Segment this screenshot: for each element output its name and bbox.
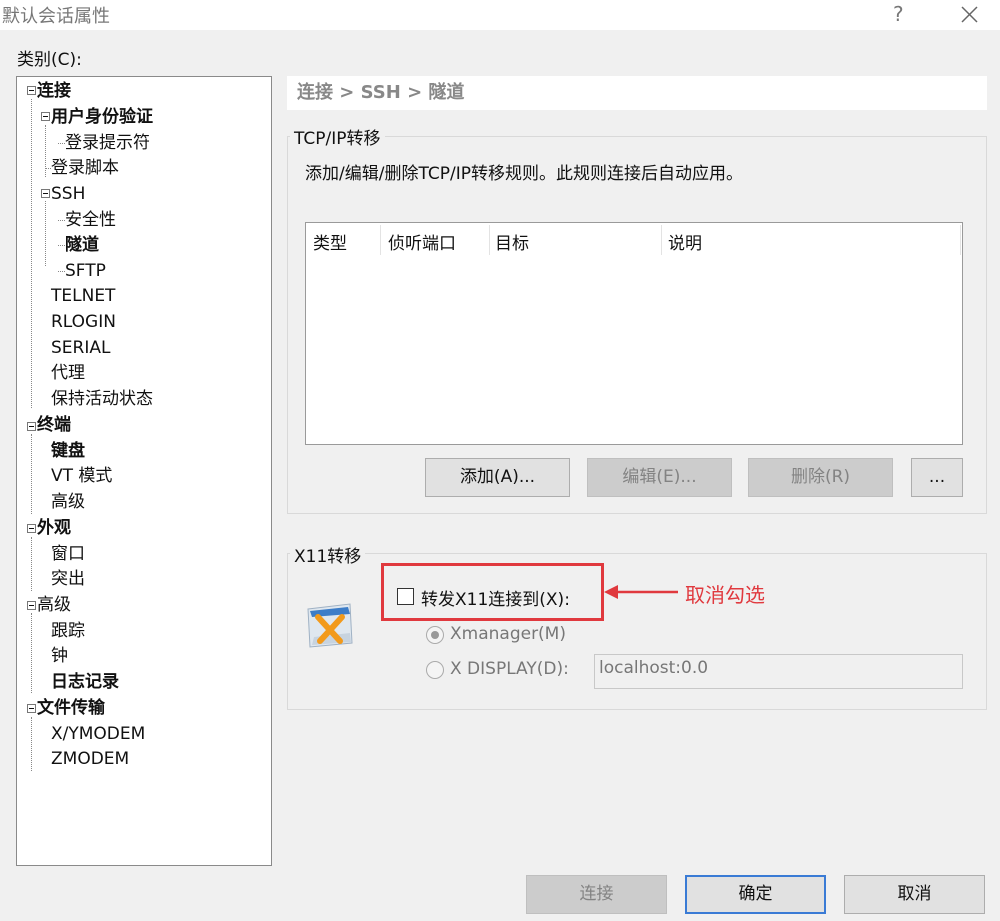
close-button[interactable] xyxy=(956,0,984,30)
annotation-text: 取消勾选 xyxy=(685,583,765,607)
annotation-arrow xyxy=(604,582,680,602)
tree-item-keyboard[interactable]: 键盘 xyxy=(51,440,85,462)
x11-group-title: X11转移 xyxy=(290,542,366,567)
tree-item-window[interactable]: 窗口 xyxy=(51,543,85,565)
tree-line xyxy=(31,434,32,514)
tree-item-keep-alive[interactable]: 保持活动状态 xyxy=(51,388,153,410)
expander-icon[interactable] xyxy=(27,524,36,533)
tree-item-trace[interactable]: 跟踪 xyxy=(51,620,85,642)
tcpip-description: 添加/编辑/删除TCP/IP转移规则。此规则连接后自动应用。 xyxy=(305,164,743,184)
arrow-left-icon xyxy=(604,585,678,599)
tree-line xyxy=(31,537,32,591)
tree-item-terminal[interactable]: 终端 xyxy=(37,414,71,436)
tree-item-rlogin[interactable]: RLOGIN xyxy=(51,311,116,333)
tree-line xyxy=(31,99,32,408)
category-label: 类别(C): xyxy=(17,50,82,70)
tree-item-serial[interactable]: SERIAL xyxy=(51,337,110,359)
tree-item-tunneling[interactable]: 隧道 xyxy=(65,234,99,256)
xdisplay-radio[interactable] xyxy=(426,661,444,679)
tree-item-telnet[interactable]: TELNET xyxy=(51,285,115,307)
tree-item-file-transfer[interactable]: 文件传输 xyxy=(37,697,105,719)
tree-item-terminal-advanced[interactable]: 高级 xyxy=(51,491,85,513)
tree-item-sftp[interactable]: SFTP xyxy=(65,260,106,282)
xmanager-radio-label[interactable]: Xmanager(M) xyxy=(450,624,566,644)
xmanager-radio[interactable] xyxy=(426,626,444,644)
xmanager-icon xyxy=(307,603,353,648)
tcpip-group-title: TCP/IP转移 xyxy=(290,124,385,149)
tree-line xyxy=(58,143,65,144)
tree-item-xymodem[interactable]: X/YMODEM xyxy=(51,723,145,745)
tree-item-vt-modes[interactable]: VT 模式 xyxy=(51,465,112,487)
tree-item-zmodem[interactable]: ZMODEM xyxy=(51,748,129,770)
tree-item-login-prompts[interactable]: 登录提示符 xyxy=(65,132,150,154)
tree-item-authentication[interactable]: 用户身份验证 xyxy=(51,106,153,128)
x-display-field[interactable]: localhost:0.0 xyxy=(594,654,963,689)
category-tree[interactable]: 连接 用户身份验证 登录提示符 登录脚本 SSH 安全性 隧道 SFTP TEL… xyxy=(16,76,272,866)
tree-line xyxy=(58,271,65,272)
help-button[interactable]: ? xyxy=(893,2,904,26)
add-button[interactable]: 添加(A)... xyxy=(425,458,570,497)
column-header-destination[interactable]: 目标 xyxy=(495,229,529,254)
tree-item-proxy[interactable]: 代理 xyxy=(51,362,85,384)
forwarding-rules-list[interactable]: 类型 侦听端口 目标 说明 xyxy=(305,222,963,445)
edit-button[interactable]: 编辑(E)... xyxy=(587,458,732,497)
tree-line xyxy=(58,245,65,246)
ok-button[interactable]: 确定 xyxy=(685,875,826,914)
cancel-button[interactable]: 取消 xyxy=(844,875,985,914)
tree-item-logging[interactable]: 日志记录 xyxy=(51,671,119,693)
tree-item-advanced[interactable]: 高级 xyxy=(37,594,71,616)
expander-icon[interactable] xyxy=(27,704,36,713)
tree-line xyxy=(31,717,32,771)
expander-icon[interactable] xyxy=(27,601,36,610)
tree-line xyxy=(31,613,32,693)
tree-item-highlight[interactable]: 突出 xyxy=(51,568,85,590)
tree-item-connection[interactable]: 连接 xyxy=(37,80,71,102)
tree-item-bell[interactable]: 钟 xyxy=(51,645,68,667)
tree-item-security[interactable]: 安全性 xyxy=(65,209,116,231)
tree-line xyxy=(45,201,46,266)
breadcrumb: 连接 > SSH > 隧道 xyxy=(287,76,987,110)
xdisplay-radio-label[interactable]: X DISPLAY(D): xyxy=(450,659,569,679)
column-separator xyxy=(960,225,961,255)
column-separator xyxy=(489,225,490,255)
tree-line xyxy=(45,125,46,177)
xmanager-logo xyxy=(304,601,356,649)
tree-item-ssh[interactable]: SSH xyxy=(51,183,85,205)
expander-icon[interactable] xyxy=(27,422,36,431)
column-separator xyxy=(380,225,381,255)
connect-button[interactable]: 连接 xyxy=(526,875,667,914)
tree-item-appearance[interactable]: 外观 xyxy=(37,517,71,539)
delete-button[interactable]: 删除(R) xyxy=(748,458,893,497)
more-button[interactable]: ... xyxy=(911,458,963,497)
expander-icon[interactable] xyxy=(41,189,50,198)
column-header-type[interactable]: 类型 xyxy=(313,229,347,254)
expander-icon[interactable] xyxy=(41,112,50,121)
column-header-description[interactable]: 说明 xyxy=(668,229,702,254)
column-separator xyxy=(661,225,662,255)
tree-line xyxy=(58,220,65,221)
tree-item-login-scripts[interactable]: 登录脚本 xyxy=(51,157,119,179)
close-icon xyxy=(961,6,978,23)
column-header-listen-port[interactable]: 侦听端口 xyxy=(388,229,456,254)
window-title: 默认会话属性 xyxy=(2,6,110,27)
expander-icon[interactable] xyxy=(27,86,36,95)
annotation-highlight-box xyxy=(381,563,604,621)
title-bar xyxy=(0,0,1000,30)
